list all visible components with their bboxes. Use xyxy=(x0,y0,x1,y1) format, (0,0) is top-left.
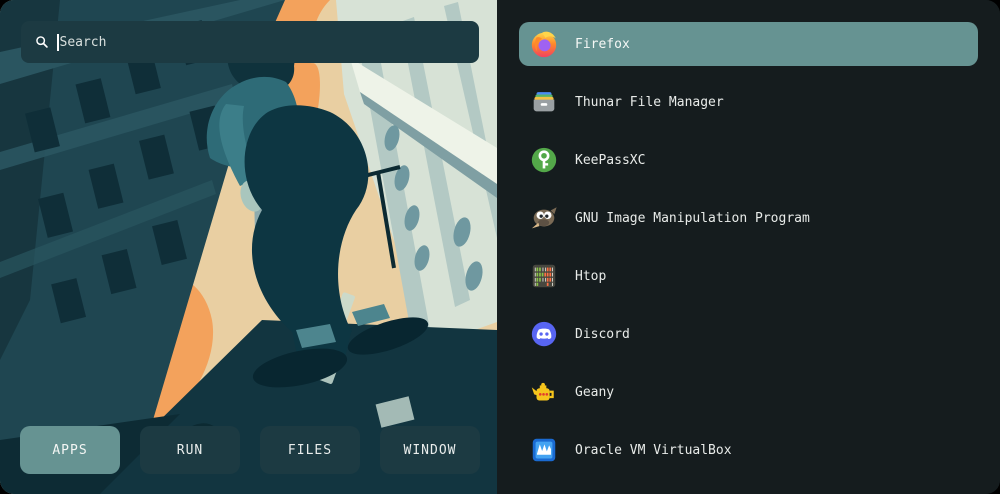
search-input[interactable]: Search xyxy=(60,35,107,50)
app-label: Discord xyxy=(575,327,630,342)
tab-apps[interactable]: APPS xyxy=(20,426,120,474)
app-row-discord[interactable]: Discord xyxy=(519,312,978,356)
geany-icon xyxy=(529,377,559,407)
htop-icon xyxy=(529,261,559,291)
wallpaper-panel: Search APPS RUN FILES WINDOW xyxy=(0,0,497,494)
app-label: KeePassXC xyxy=(575,153,645,168)
app-row-virtualbox[interactable]: Oracle VM VirtualBox xyxy=(519,428,978,472)
app-row-gimp[interactable]: GNU Image Manipulation Program xyxy=(519,196,978,240)
app-label: GNU Image Manipulation Program xyxy=(575,211,810,226)
app-row-geany[interactable]: Geany xyxy=(519,370,978,414)
launcher-window: Search APPS RUN FILES WINDOW xyxy=(0,0,1000,494)
app-row-thunar[interactable]: Thunar File Manager xyxy=(519,80,978,124)
wallpaper-illustration xyxy=(0,0,497,494)
virtualbox-icon xyxy=(529,435,559,465)
app-row-keepassxc[interactable]: KeePassXC xyxy=(519,138,978,182)
thunar-icon xyxy=(529,87,559,117)
app-row-firefox[interactable]: Firefox xyxy=(519,22,978,66)
app-label: Firefox xyxy=(575,37,630,52)
text-caret xyxy=(57,34,59,51)
app-label: Geany xyxy=(575,385,614,400)
app-label: Thunar File Manager xyxy=(575,95,724,110)
gimp-icon xyxy=(529,203,559,233)
app-list: Firefox Thunar File Manager xyxy=(497,0,1000,494)
app-label: Htop xyxy=(575,269,606,284)
search-icon xyxy=(34,34,50,50)
tab-window[interactable]: WINDOW xyxy=(380,426,480,474)
discord-icon xyxy=(529,319,559,349)
firefox-icon xyxy=(529,29,559,59)
mode-tabs: APPS RUN FILES WINDOW xyxy=(20,426,480,474)
tab-files[interactable]: FILES xyxy=(260,426,360,474)
tab-run[interactable]: RUN xyxy=(140,426,240,474)
search-bar[interactable]: Search xyxy=(21,21,479,63)
app-row-htop[interactable]: Htop xyxy=(519,254,978,298)
app-label: Oracle VM VirtualBox xyxy=(575,443,732,458)
keepassxc-icon xyxy=(529,145,559,175)
